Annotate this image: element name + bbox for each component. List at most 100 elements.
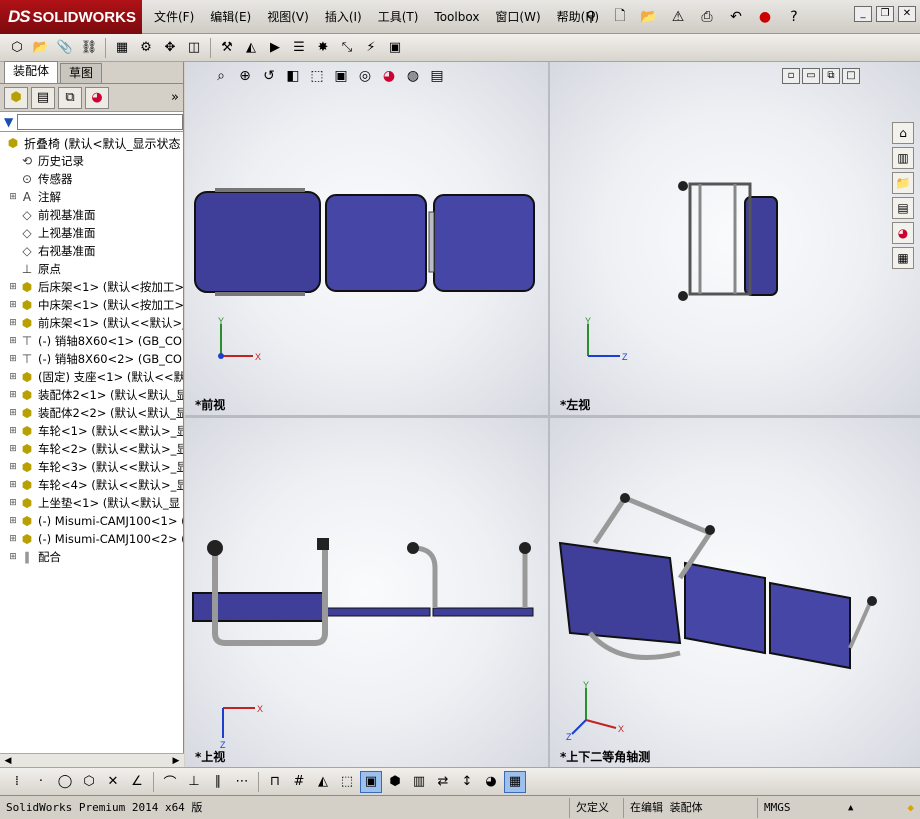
menu-item[interactable]: 编辑(E) xyxy=(202,0,259,34)
perpendicular-icon[interactable]: ⊥ xyxy=(183,771,205,793)
mate-icon[interactable]: ⛓ xyxy=(78,37,100,59)
restore-button[interactable]: ❐ xyxy=(876,6,894,22)
help-icon[interactable]: ? xyxy=(781,5,807,29)
horizontal-scrollbar[interactable]: ◀ ▶ xyxy=(0,753,184,767)
tree-item[interactable]: ⊞ ∥ 配合 xyxy=(0,548,183,566)
configurationmanager-tab-icon[interactable]: ⧉ xyxy=(58,86,82,109)
solidworks-logo[interactable]: DS SOLIDWORKS xyxy=(0,0,142,34)
tree-item[interactable]: ⊞ ⬢ 车轮<3> (默认<<默认>_显 xyxy=(0,458,183,476)
viewport-minimize-icon[interactable]: ▫ xyxy=(782,68,800,84)
displaymanager-tab-icon[interactable]: ◕ xyxy=(85,86,109,109)
expand-icon[interactable]: ⊞ xyxy=(8,480,18,490)
units-dropdown-icon[interactable]: ▲ xyxy=(842,798,862,818)
expand-icon[interactable]: ⊞ xyxy=(8,408,18,418)
section-icon[interactable]: ◭ xyxy=(312,771,334,793)
box-icon[interactable]: ⬚ xyxy=(336,771,358,793)
explode-line-sketch-icon[interactable]: ⤡ xyxy=(336,37,358,59)
tree-item[interactable]: ⊥ 原点 xyxy=(0,260,183,278)
expand-icon[interactable]: ⊞ xyxy=(8,300,18,310)
viewport-left[interactable]: YZ *左视 xyxy=(550,62,920,415)
solidworks-resources-icon[interactable]: ⌂ xyxy=(892,122,914,144)
menu-item[interactable]: 视图(V) xyxy=(259,0,317,34)
point-icon[interactable]: · xyxy=(30,771,52,793)
move-component-icon[interactable]: ✥ xyxy=(159,37,181,59)
expand-icon[interactable]: ⊞ xyxy=(8,354,18,364)
camera-icon[interactable]: ◕ xyxy=(480,771,502,793)
insert-component-icon[interactable]: ⬡ xyxy=(6,37,28,59)
custom-properties-icon[interactable]: ▦ xyxy=(892,247,914,269)
filter-input[interactable] xyxy=(17,113,183,130)
grid-snap-icon[interactable]: ⋯ xyxy=(231,771,253,793)
attach-icon[interactable]: 📎 xyxy=(54,37,76,59)
intersection-icon[interactable]: ✕ xyxy=(102,771,124,793)
expand-icon[interactable]: ⊞ xyxy=(8,318,18,328)
shaded-icon[interactable]: ▣ xyxy=(360,770,382,793)
warning-icon[interactable]: ⚠ xyxy=(665,5,691,29)
new-motion-study-icon[interactable]: ▶ xyxy=(264,37,286,59)
viewport-maximize-icon[interactable]: □ xyxy=(842,68,860,84)
open-folder-icon[interactable]: 📂 xyxy=(636,5,662,29)
tree-item[interactable]: ⊞ ⊤ (-) 销轴8X60<1> (GB_CON xyxy=(0,332,183,350)
expand-icon[interactable]: ⊞ xyxy=(8,282,18,292)
file-explorer-icon[interactable]: 📁 xyxy=(892,172,914,194)
tree-item[interactable]: ⊞ ⊤ (-) 销轴8X60<2> (GB_CON xyxy=(0,350,183,368)
exploded-view-icon[interactable]: ✸ xyxy=(312,37,334,59)
tree-item[interactable]: ⊞ ⬢ 车轮<2> (默认<<默认>_显 xyxy=(0,440,183,458)
viewport-restore-icon[interactable]: ▭ xyxy=(802,68,820,84)
viewport-tile-icon[interactable]: ⧉ xyxy=(822,68,840,84)
view-palette-icon[interactable]: ▤ xyxy=(892,197,914,219)
tree-item[interactable]: ⊞ ⬢ 装配体2<1> (默认<默认_显 xyxy=(0,386,183,404)
featuremanager-tab-icon[interactable]: ⬢ xyxy=(4,86,28,109)
expand-icon[interactable]: ⊞ xyxy=(8,390,18,400)
rebuild-icon[interactable]: ▥ xyxy=(408,771,430,793)
tab-assembly[interactable]: 装配体 xyxy=(4,61,59,83)
rebuild-status-icon[interactable]: ◆ xyxy=(901,798,920,818)
tangent-icon[interactable]: ⌒ xyxy=(159,771,181,793)
tree-item[interactable]: ⊞ ⬢ (-) Misumi-CAMJ100<2> ( xyxy=(0,530,183,548)
expand-icon[interactable]: ⊞ xyxy=(8,516,18,526)
parallel-icon[interactable]: ∥ xyxy=(207,771,229,793)
expand-icon[interactable]: ⊞ xyxy=(8,426,18,436)
new-part-icon[interactable]: 📂 xyxy=(30,37,52,59)
dimension-icon[interactable]: ↕ xyxy=(456,771,478,793)
menu-item[interactable]: 工具(T) xyxy=(370,0,427,34)
expand-icon[interactable]: ⊞ xyxy=(8,372,18,382)
tree-item[interactable]: ⊞ ⬢ 后床架<1> (默认<按加工> xyxy=(0,278,183,296)
angle-icon[interactable]: ∠ xyxy=(126,771,148,793)
smart-fastener-icon[interactable]: ⚙ xyxy=(135,37,157,59)
viewport-front[interactable]: ⌕ ⊕ ↺ ◧ ⬚ ▣ ◎ ◕ ◍ ▤ YX *前视 xyxy=(185,62,548,415)
tree-item[interactable]: ⊞ ⬢ 车轮<4> (默认<<默认>_显 xyxy=(0,476,183,494)
tree-item[interactable]: ⊞ ⬢ 上坐垫<1> (默认<默认_显 xyxy=(0,494,183,512)
table-icon[interactable]: ▦ xyxy=(504,770,526,793)
new-document-icon[interactable]: 🗋 xyxy=(607,5,633,29)
design-library-icon[interactable]: ▥ xyxy=(892,147,914,169)
status-units[interactable]: MMGS xyxy=(758,798,842,818)
tree-root[interactable]: ⬢ 折叠椅 (默认<默认_显示状态 xyxy=(0,134,183,152)
expand-panel-icon[interactable]: » xyxy=(171,90,179,105)
print-icon[interactable]: ⎙ xyxy=(694,5,720,29)
tree-item[interactable]: ◇ 右视基准面 xyxy=(0,242,183,260)
tree-item[interactable]: ⊙ 传感器 xyxy=(0,170,183,188)
tree-item[interactable]: ⊞ ⬢ 装配体2<2> (默认<默认_显 xyxy=(0,404,183,422)
expand-icon[interactable]: ⊞ xyxy=(8,444,18,454)
appearances-icon[interactable]: ◕ xyxy=(892,222,914,244)
grid-icon[interactable]: # xyxy=(288,771,310,793)
ruler-icon[interactable]: ⊓ xyxy=(264,771,286,793)
expand-icon[interactable]: ⊞ xyxy=(8,534,18,544)
menu-item[interactable]: Toolbox xyxy=(426,0,487,34)
bill-of-materials-icon[interactable]: ☰ xyxy=(288,37,310,59)
expand-icon[interactable]: ⊞ xyxy=(8,192,18,202)
tree-item[interactable]: ⊞ ⬢ 前床架<1> (默认<<默认>_ xyxy=(0,314,183,332)
tree-item[interactable]: ⊞ ⬢ (固定) 支座<1> (默认<<默 xyxy=(0,368,183,386)
tree-item[interactable]: ⊞ A 注解 xyxy=(0,188,183,206)
assembly-features-icon[interactable]: ⚒ xyxy=(216,37,238,59)
expand-icon[interactable]: ⊞ xyxy=(8,462,18,472)
tree-item[interactable]: ⊞ ⬢ 车轮<1> (默认<<默认>_显 xyxy=(0,422,183,440)
menu-item[interactable]: 插入(I) xyxy=(317,0,370,34)
expand-icon[interactable]: ⊞ xyxy=(8,336,18,346)
tree-item[interactable]: ◇ 前视基准面 xyxy=(0,206,183,224)
interference-detection-icon[interactable]: ⚡ xyxy=(360,37,382,59)
reference-geometry-icon[interactable]: ◭ xyxy=(240,37,262,59)
undo-icon[interactable]: ↶ xyxy=(723,5,749,29)
move-icon[interactable]: ⇄ xyxy=(432,771,454,793)
